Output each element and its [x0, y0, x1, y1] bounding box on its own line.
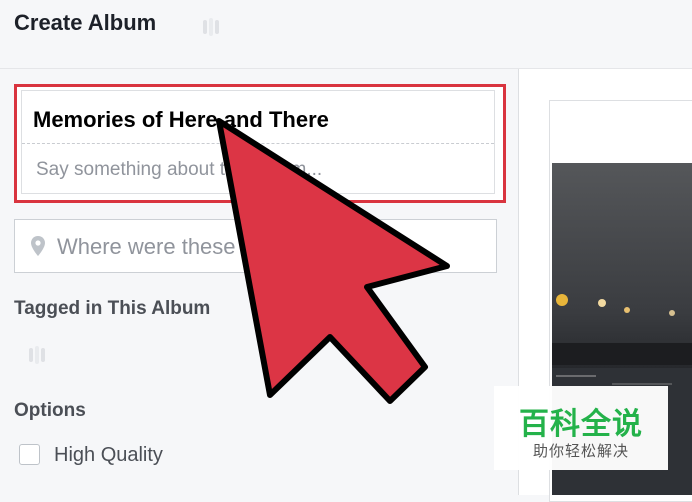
watermark-title: 百科全说 — [519, 408, 643, 441]
album-name-input[interactable]: Memories of Here and There — [33, 107, 329, 133]
loading-spinner-icon — [203, 18, 219, 36]
high-quality-label[interactable]: High Quality — [54, 444, 163, 467]
options-heading: Options — [14, 400, 86, 421]
map-pin-icon — [31, 236, 45, 256]
loading-spinner-icon — [29, 346, 45, 364]
dialog-header: Create Album — [0, 0, 692, 69]
album-info-fields: Memories of Here and There Say something… — [21, 90, 495, 194]
watermark: 百科全说 助你轻松解决 — [494, 386, 668, 470]
watermark-subtitle: 助你轻松解决 — [532, 443, 629, 460]
location-placeholder: Where were these taken? — [57, 234, 308, 259]
album-info-highlight: Memories of Here and There Say something… — [14, 84, 506, 203]
high-quality-checkbox[interactable] — [19, 444, 40, 465]
page-title: Create Album — [14, 10, 157, 35]
album-description-input[interactable]: Say something about this album... — [36, 159, 322, 181]
tagged-heading: Tagged in This Album — [14, 298, 211, 319]
divider — [22, 143, 494, 144]
location-input[interactable]: Where were these taken? — [14, 219, 497, 273]
